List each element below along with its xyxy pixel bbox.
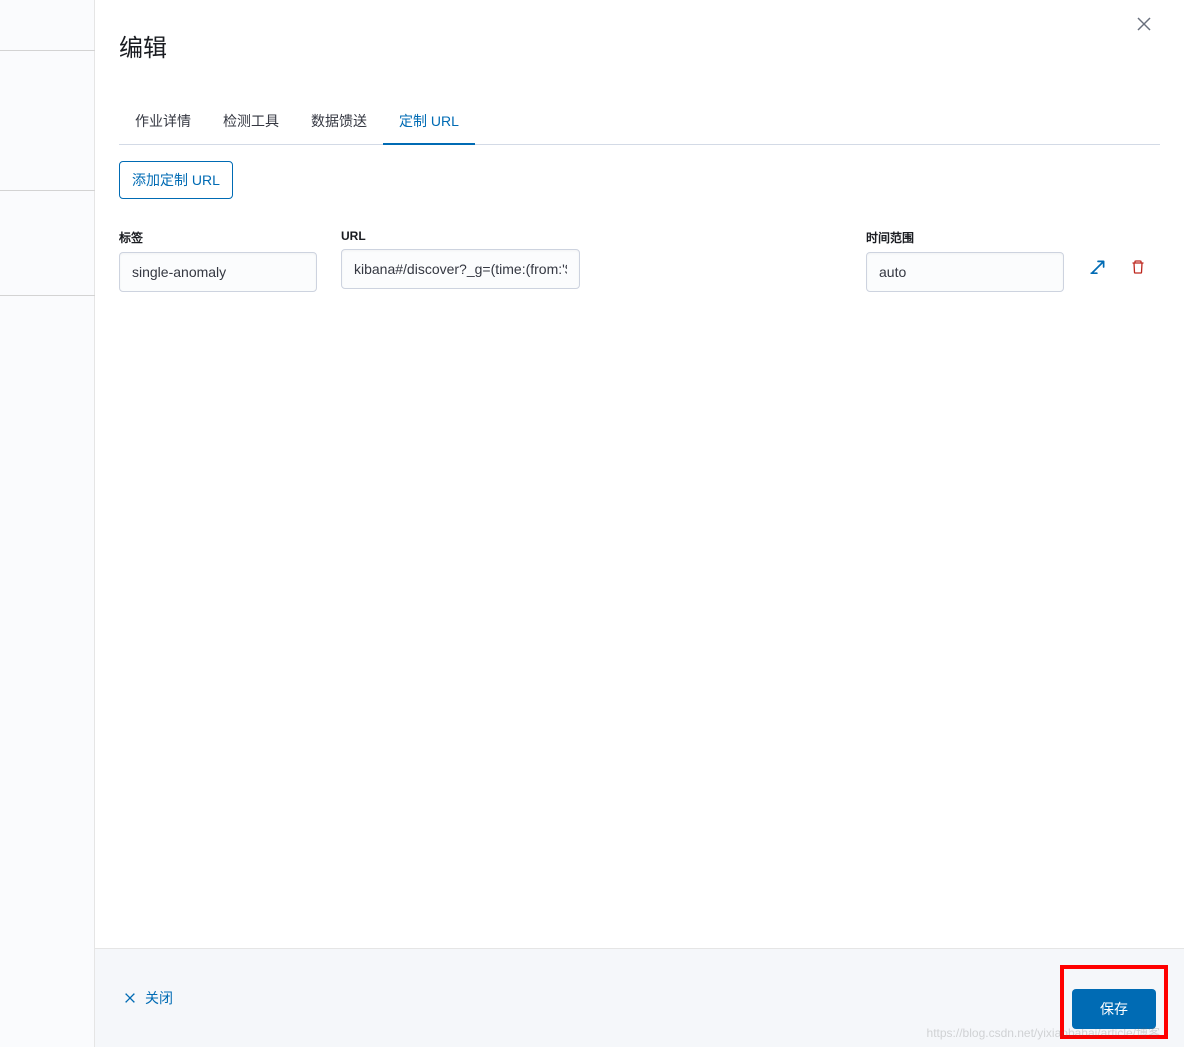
tab-list: 作业详情 检测工具 数据馈送 定制 URL	[119, 99, 1160, 145]
tab-datafeed[interactable]: 数据馈送	[295, 99, 383, 145]
delete-icon[interactable]	[1128, 257, 1148, 277]
row-actions	[1088, 229, 1160, 277]
modal-header: 编辑	[95, 0, 1184, 71]
tab-detector[interactable]: 检测工具	[207, 99, 295, 145]
close-button-label: 关闭	[145, 988, 173, 1008]
close-icon[interactable]	[1136, 16, 1160, 40]
time-field-label: 时间范围	[866, 229, 1064, 246]
sidebar-background	[0, 0, 95, 1047]
close-button[interactable]: 关闭	[119, 980, 177, 1016]
modal-title: 编辑	[119, 28, 1160, 63]
time-column: 时间范围	[866, 229, 1064, 292]
sidebar-divider	[0, 295, 95, 296]
save-button[interactable]: 保存	[1072, 989, 1156, 1029]
label-column: 标签	[119, 229, 317, 292]
time-input[interactable]	[866, 252, 1064, 292]
sidebar-divider	[0, 50, 95, 51]
add-custom-url-button[interactable]: 添加定制 URL	[119, 161, 233, 199]
label-field-label: 标签	[119, 229, 317, 246]
label-input[interactable]	[119, 252, 317, 292]
close-x-icon	[123, 991, 137, 1005]
save-highlight-box: 保存	[1060, 965, 1168, 1039]
edit-modal: 编辑 作业详情 检测工具 数据馈送 定制 URL 添加定制 URL 标签 URL	[95, 0, 1184, 1047]
sidebar-divider	[0, 190, 95, 191]
url-input[interactable]	[341, 249, 580, 289]
custom-url-row: 标签 URL 时间范围	[119, 229, 1160, 292]
url-field-label: URL	[341, 229, 580, 243]
url-column: URL	[341, 229, 580, 289]
modal-footer: 关闭 保存	[95, 948, 1184, 1047]
tab-job-details[interactable]: 作业详情	[119, 99, 207, 145]
tab-content: 添加定制 URL 标签 URL 时间范围	[95, 145, 1184, 948]
tab-custom-url[interactable]: 定制 URL	[383, 99, 475, 145]
test-link-icon[interactable]	[1088, 257, 1108, 277]
